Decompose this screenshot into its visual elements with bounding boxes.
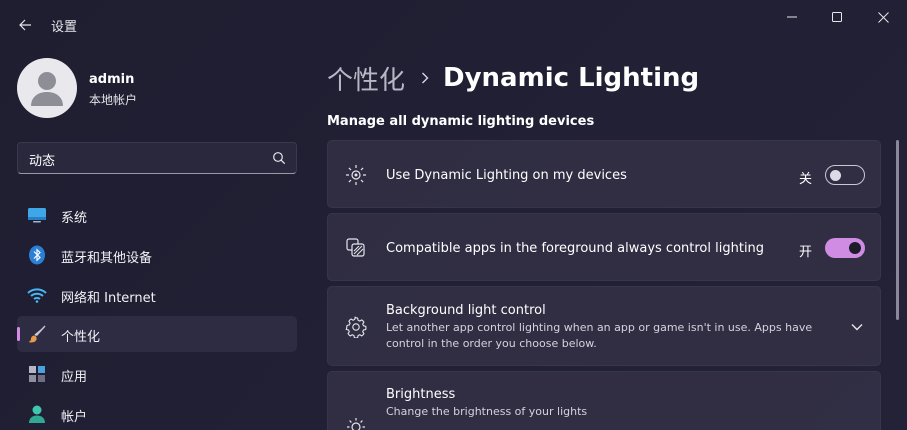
setting-label: Brightness <box>386 387 456 402</box>
apps-icon <box>27 364 47 384</box>
setting-background-light-control[interactable]: Background light control Let another app… <box>327 286 881 366</box>
brightness-icon <box>345 416 367 430</box>
chevron-down-icon[interactable] <box>849 319 865 335</box>
close-icon <box>877 11 889 23</box>
search-value: 动态 <box>29 154 56 169</box>
minimize-icon <box>787 16 797 18</box>
breadcrumb-parent[interactable]: 个性化 <box>327 60 405 97</box>
app-title: 设置 <box>51 20 78 35</box>
bluetooth-icon <box>27 245 47 265</box>
setting-dynamic-lighting: Use Dynamic Lighting on my devices 关 <box>327 140 881 208</box>
setting-description: Let another app control lighting when an… <box>386 321 813 350</box>
sidebar-item-label: 帐户 <box>61 410 88 425</box>
setting-label: Compatible apps in the foreground always… <box>386 241 765 256</box>
setting-brightness: Brightness Change the brightness of your… <box>327 371 881 430</box>
chevron-right-icon <box>421 68 429 89</box>
toggle-state-text: 关 <box>799 172 813 187</box>
user-name: admin <box>89 72 135 87</box>
sidebar-item-label: 个性化 <box>61 330 101 345</box>
sidebar-item-label: 蓝牙和其他设备 <box>61 251 153 266</box>
paintbrush-icon <box>27 324 47 344</box>
maximize-icon <box>832 12 842 22</box>
sidebar-item-bluetooth[interactable]: 蓝牙和其他设备 <box>17 237 297 273</box>
minimize-button[interactable] <box>769 0 815 34</box>
section-title: Manage all dynamic lighting devices <box>327 114 595 129</box>
toggle-knob <box>849 242 861 254</box>
sidebar-item-system[interactable]: 系统 <box>17 197 297 233</box>
sidebar-item-network[interactable]: 网络和 Internet <box>17 277 297 313</box>
sun-rays-icon <box>345 164 367 186</box>
person-icon <box>27 404 47 424</box>
setting-label: Use Dynamic Lighting on my devices <box>386 168 627 183</box>
setting-label: Background light control <box>386 303 546 318</box>
breadcrumb: 个性化 Dynamic Lighting <box>327 58 699 98</box>
avatar[interactable] <box>17 58 77 118</box>
sidebar-item-label: 系统 <box>61 211 88 226</box>
close-button[interactable] <box>860 0 906 34</box>
sidebar-item-label: 网络和 Internet <box>61 291 156 306</box>
settings-window: 设置 admin 本地帐户 动态 系统 蓝牙和其他设备 网络和 Internet… <box>0 0 907 430</box>
toggle-knob <box>830 170 841 181</box>
account-type: 本地帐户 <box>89 93 138 107</box>
page-title: Dynamic Lighting <box>443 63 700 93</box>
setting-foreground-apps-control: Compatible apps in the foreground always… <box>327 213 881 281</box>
layered-apps-icon <box>345 237 367 259</box>
monitor-icon <box>27 205 47 225</box>
maximize-button[interactable] <box>814 0 860 34</box>
person-silhouette-icon <box>31 72 63 106</box>
scrollbar[interactable] <box>896 140 899 320</box>
title-bar: 设置 <box>0 0 907 46</box>
sidebar-item-apps[interactable]: 应用 <box>17 356 297 392</box>
dynamic-lighting-toggle[interactable] <box>825 165 865 185</box>
back-button[interactable] <box>10 10 40 40</box>
gear-icon <box>345 316 367 338</box>
selection-indicator <box>17 327 20 341</box>
sidebar-item-accounts[interactable]: 帐户 <box>17 396 297 430</box>
back-arrow-icon <box>19 19 31 31</box>
foreground-apps-toggle[interactable] <box>825 238 865 258</box>
search-input[interactable]: 动态 <box>17 142 297 174</box>
setting-description: Change the brightness of your lights <box>386 405 588 418</box>
search-icon[interactable] <box>272 151 286 165</box>
sidebar-item-label: 应用 <box>61 370 88 385</box>
wifi-icon <box>27 285 47 305</box>
sidebar-item-personalization[interactable]: 个性化 <box>17 316 297 352</box>
toggle-state-text: 开 <box>799 245 813 260</box>
